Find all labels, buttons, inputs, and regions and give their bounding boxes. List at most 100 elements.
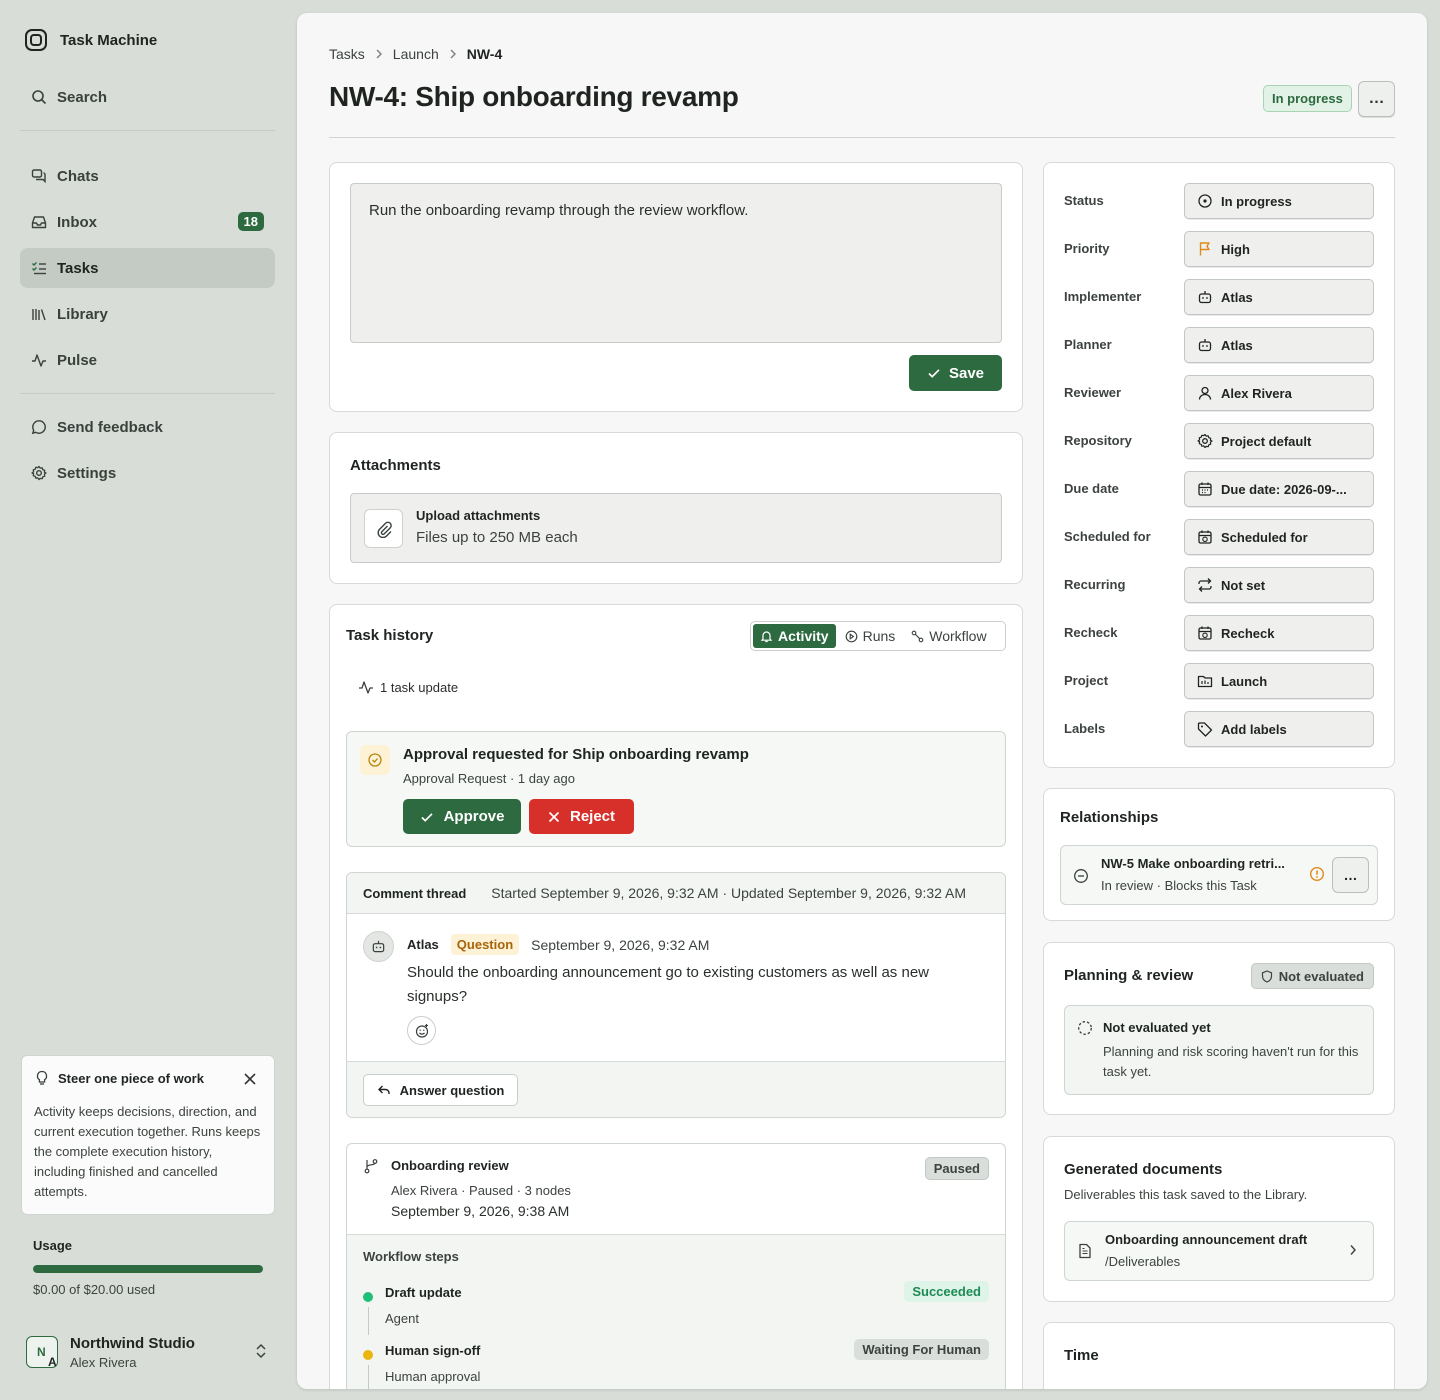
file-text-icon [1077, 1243, 1093, 1259]
tip-body: Activity keeps decisions, direction, and… [34, 1104, 261, 1199]
close-icon[interactable] [244, 1073, 256, 1085]
approve-button[interactable]: Approve [403, 799, 521, 834]
property-recheck: Recheck Recheck [1064, 615, 1374, 651]
tab-workflow[interactable]: Workflow [904, 624, 993, 648]
workflow-icon [911, 630, 924, 643]
chevron-right-icon [375, 49, 383, 59]
property-label: Reviewer [1064, 385, 1122, 400]
minus-circle-icon [1073, 868, 1089, 884]
property-scheduled-for: Scheduled for Scheduled for [1064, 519, 1374, 555]
brand[interactable]: Task Machine [24, 28, 157, 52]
sidebar-item-pulse[interactable]: Pulse [20, 340, 275, 380]
save-label: Save [948, 364, 985, 382]
tab-activity[interactable]: Activity [753, 624, 836, 648]
project-select[interactable]: Launch [1184, 663, 1374, 699]
sidebar-item-label: Settings [57, 464, 117, 482]
relationships-title: Relationships [1060, 809, 1159, 826]
document-title: Onboarding announcement draft [1105, 1232, 1308, 1247]
sidebar-item-label: Tasks [57, 259, 99, 277]
workflow-step: Human sign-off Human approval Waiting Fo… [363, 1339, 989, 1389]
generated-documents-subtitle: Deliverables this task saved to the Libr… [1064, 1187, 1308, 1202]
workspace-avatar: N A [26, 1336, 58, 1369]
time-card: Time [1043, 1322, 1395, 1389]
more-actions-button[interactable]: … [1358, 81, 1395, 117]
not-evaluated-panel: Not evaluated yet Planning and risk scor… [1064, 1005, 1374, 1095]
repository-select[interactable]: Project default [1184, 423, 1374, 459]
step-type: Agent [385, 1311, 419, 1326]
relationship-title: NW-5 Make onboarding retri... [1101, 856, 1285, 871]
property-label: Scheduled for [1064, 529, 1151, 544]
generated-documents-card: Generated documents Deliverables this ta… [1043, 1136, 1395, 1302]
tasks-icon [31, 260, 47, 276]
step-name: Draft update [385, 1285, 462, 1300]
comment-thread-footer: Answer question [347, 1061, 1005, 1117]
comment-author: Atlas [407, 937, 439, 952]
add-reaction-button[interactable] [407, 1016, 436, 1045]
task-history-title: Task history [346, 627, 434, 644]
tab-runs[interactable]: Runs [838, 624, 903, 648]
usage-bar [33, 1265, 263, 1273]
relationship-more-button[interactable]: … [1332, 857, 1369, 893]
workflow-title: Onboarding review [391, 1158, 509, 1173]
property-value: Project default [1221, 433, 1312, 449]
property-value: In progress [1221, 193, 1292, 209]
recheck-picker[interactable]: Recheck [1184, 615, 1374, 651]
property-priority: Priority High [1064, 231, 1374, 267]
workflow-subtitle: Alex Rivera · Paused · 3 nodes [391, 1183, 571, 1198]
sidebar-item-chats[interactable]: Chats [20, 156, 275, 196]
sidebar-item-inbox[interactable]: Inbox 18 [20, 202, 275, 242]
sidebar-item-label: Inbox [57, 213, 97, 231]
planner-select[interactable]: Atlas [1184, 327, 1374, 363]
reviewer-select[interactable]: Alex Rivera [1184, 375, 1374, 411]
workflow-steps: Workflow steps Draft update Agent Succee… [347, 1234, 1005, 1389]
avatar-initial: N [37, 1345, 46, 1359]
page-title: NW-4: Ship onboarding revamp [329, 81, 739, 112]
check-icon [420, 810, 434, 824]
reject-button[interactable]: Reject [529, 799, 634, 834]
breadcrumb: Tasks Launch NW-4 [329, 46, 502, 62]
labels-select[interactable]: Add labels [1184, 711, 1374, 747]
breadcrumb-item[interactable]: Launch [393, 46, 439, 62]
description-input[interactable]: Run the onboarding revamp through the re… [350, 183, 1002, 343]
property-label: Implementer [1064, 289, 1142, 304]
due-date-picker[interactable]: Due date: 2026-09-... [1184, 471, 1374, 507]
recurring-select[interactable]: Not set [1184, 567, 1374, 603]
workspace-switcher[interactable]: N A Northwind Studio Alex Rivera [26, 1334, 276, 1370]
priority-select[interactable]: High [1184, 231, 1374, 267]
sidebar-item-label: Send feedback [57, 418, 163, 436]
sidebar-item-tasks[interactable]: Tasks [20, 248, 275, 288]
approve-label: Approve [443, 808, 505, 825]
property-value: Due date: 2026-09-... [1221, 481, 1347, 497]
step-status-dot [363, 1292, 373, 1302]
task-update-count: 1 task update [358, 679, 458, 695]
upload-dropzone[interactable]: Upload attachments Files up to 250 MB ea… [350, 493, 1002, 563]
property-project: Project Launch [1064, 663, 1374, 699]
scheduled-for-picker[interactable]: Scheduled for [1184, 519, 1374, 555]
sidebar-search[interactable]: Search [20, 77, 275, 117]
document-item[interactable]: Onboarding announcement draft /Deliverab… [1064, 1221, 1374, 1281]
breadcrumb-item[interactable]: Tasks [329, 46, 365, 62]
task-update-label: 1 task update [380, 679, 459, 695]
property-label: Recurring [1064, 577, 1126, 592]
sidebar-item-feedback[interactable]: Send feedback [20, 407, 275, 447]
chats-icon [31, 168, 47, 184]
answer-question-button[interactable]: Answer question [363, 1074, 518, 1106]
more-label: … [1368, 90, 1385, 107]
step-name: Human sign-off [385, 1343, 481, 1358]
planning-review-card: Planning & review Not evaluated Not eval… [1043, 942, 1395, 1115]
workflow-run[interactable]: Onboarding review Alex Rivera · Paused ·… [346, 1143, 1006, 1389]
answer-question-label: Answer question [399, 1082, 505, 1098]
not-evaluated-title: Not evaluated yet [1103, 1020, 1211, 1035]
sidebar-item-settings[interactable]: Settings [20, 453, 275, 493]
save-button[interactable]: Save [909, 355, 1002, 391]
sidebar-item-library[interactable]: Library [20, 294, 275, 334]
property-label: Labels [1064, 721, 1106, 736]
approval-clock-icon [360, 745, 390, 775]
calendar-clock-icon [1197, 625, 1213, 641]
property-value: Not set [1221, 577, 1266, 593]
implementer-select[interactable]: Atlas [1184, 279, 1374, 315]
folder-icon [1197, 673, 1213, 689]
status-select[interactable]: In progress [1184, 183, 1374, 219]
relationship-item[interactable]: NW-5 Make onboarding retri... In review … [1060, 845, 1378, 905]
sidebar-item-label: Chats [57, 167, 99, 185]
